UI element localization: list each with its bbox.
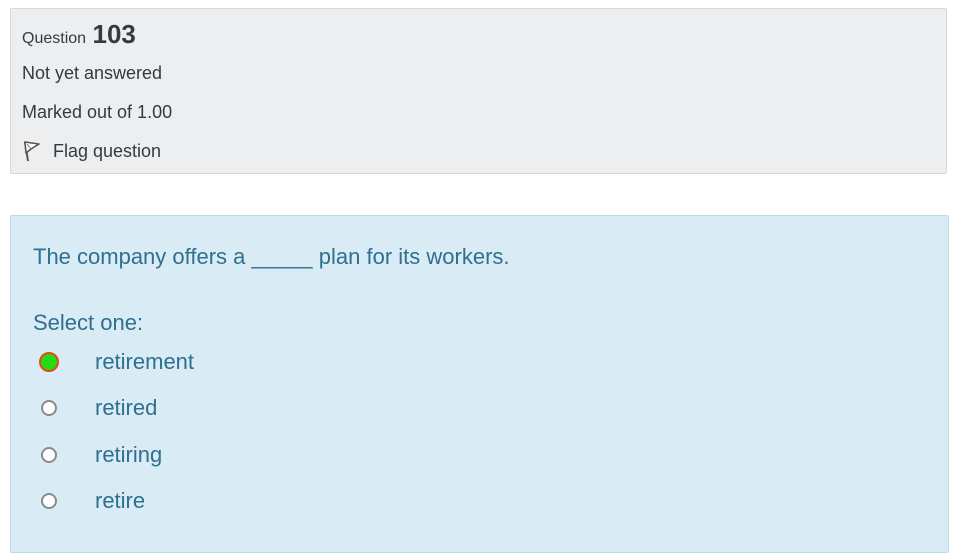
question-state: Not yet answered [22,63,163,83]
flag-question-label: Flag question [53,141,162,161]
answer-option-label[interactable]: retire [95,487,145,515]
question-grade: Marked out of 1.00 [22,102,173,122]
radio-button[interactable] [41,447,57,463]
flag-icon [22,140,42,162]
question-number-heading: Question 103 [22,19,136,54]
question-content-panel: The company offers a _____ plan for its … [10,215,949,553]
answer-option-retire[interactable]: retire [41,486,145,516]
flag-question-link[interactable]: Flag question [22,139,161,163]
question-text: The company offers a _____ plan for its … [33,244,510,269]
answer-option-retiring[interactable]: retiring [41,440,162,470]
radio-button[interactable] [41,400,57,416]
select-one-prompt: Select one: [33,310,144,335]
question-info-panel: Question 103 Not yet answered Marked out… [10,8,947,174]
answer-option-label[interactable]: retired [95,394,157,422]
radio-button[interactable] [41,493,57,509]
radio-button[interactable] [39,352,59,372]
answer-option-retirement[interactable]: retirement [39,347,194,377]
question-number: 103 [92,19,136,49]
answer-option-label[interactable]: retiring [95,441,162,469]
answer-option-retired[interactable]: retired [41,393,157,423]
question-label: Question [22,30,87,47]
answer-option-label[interactable]: retirement [95,348,194,376]
